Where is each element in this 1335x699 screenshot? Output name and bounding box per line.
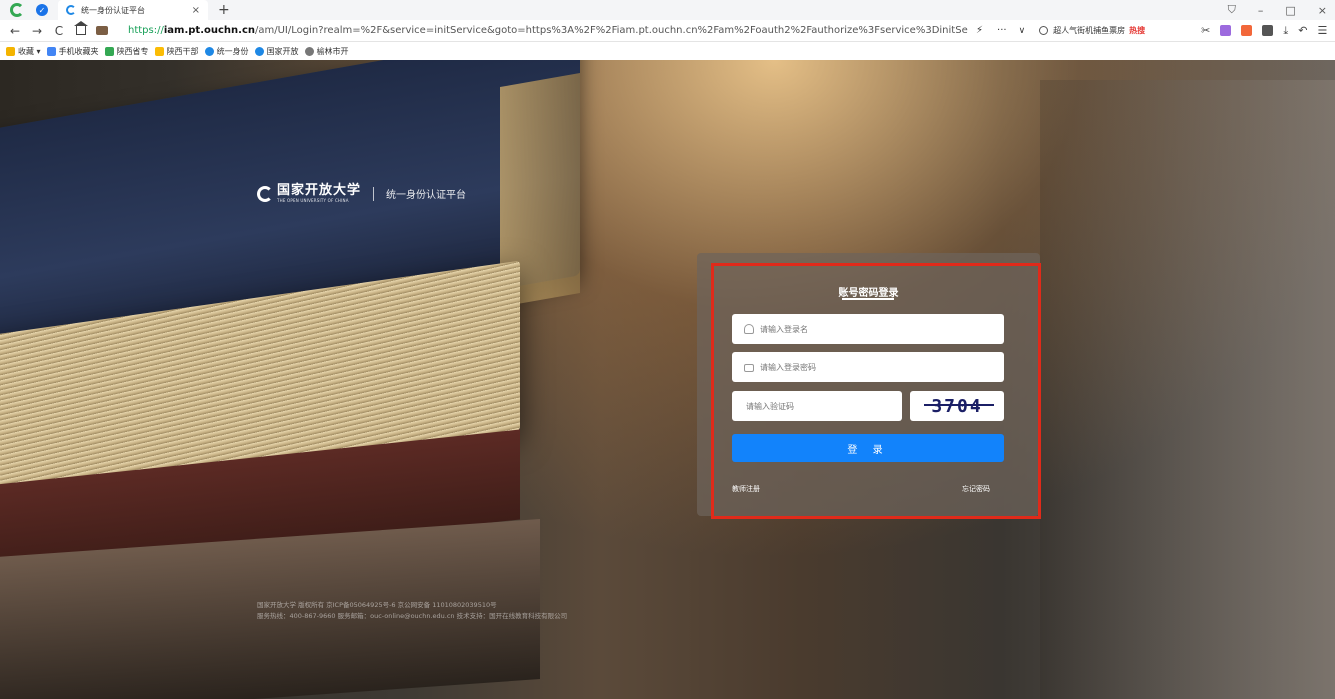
captcha-field[interactable] <box>732 391 902 421</box>
phone-icon <box>46 46 56 56</box>
undo-icon[interactable]: ↶ <box>1298 24 1307 37</box>
close-window-button[interactable]: × <box>1318 4 1327 17</box>
browser-tabbar: ✓ 统一身份认证平台 × + ⛉ – □ × <box>0 0 1335 20</box>
search-suggestion: 超人气街机捕鱼票房 <box>1053 26 1126 35</box>
brand-divider <box>373 186 375 201</box>
bookmark-shaanxi-province[interactable]: 陕西省专 <box>104 46 149 57</box>
extension-purple-icon[interactable] <box>1220 25 1232 36</box>
reload-button[interactable]: C <box>52 24 66 38</box>
browser-search-box[interactable]: 超人气街机捕鱼票房 热搜 <box>1039 25 1189 36</box>
url-path: /am/UI/Login?realm=%2F&service=initServi… <box>255 25 968 36</box>
login-page-background <box>0 60 1335 699</box>
brand-text: 国家开放大学 THE OPEN UNIVERSITY OF CHINA <box>277 183 362 204</box>
browser-navbar: ← → C https:// iam.pt.ouchn.cn /am/UI/Lo… <box>0 20 1335 42</box>
platform-name: 统一身份认证平台 <box>386 190 467 201</box>
username-input[interactable] <box>760 324 980 334</box>
bookmark-shaanxi-cadre[interactable]: 陕西干部 <box>154 46 199 57</box>
more-icon[interactable]: ··· <box>997 25 1007 36</box>
captcha-input[interactable] <box>746 401 902 411</box>
password-field[interactable] <box>732 352 1004 382</box>
site-favicon-icon <box>66 5 76 15</box>
apps-grid-icon[interactable] <box>1262 25 1274 36</box>
footer-copyright: 国家开放大学 版权所有 京ICP备05064925号-6 京公网安备 11010… <box>257 601 497 609</box>
password-input[interactable] <box>760 362 980 372</box>
address-bar[interactable]: https:// iam.pt.ouchn.cn /am/UI/Login?re… <box>118 22 968 40</box>
login-title[interactable]: 账号密码登录 <box>697 284 1040 299</box>
search-icon <box>1039 26 1049 35</box>
captcha-image[interactable]: 3704 <box>910 391 1004 421</box>
forward-button[interactable]: → <box>30 24 44 38</box>
teacher-register-link[interactable]: 教师注册 <box>732 484 760 494</box>
globe-icon <box>304 46 314 56</box>
maximize-button[interactable]: □ <box>1285 4 1295 17</box>
captcha-code: 3704 <box>931 395 983 417</box>
browser-logo-icon[interactable] <box>10 3 24 17</box>
window-controls: ⛉ – □ × <box>1228 0 1331 20</box>
download-icon[interactable]: ⤓ <box>1283 24 1288 38</box>
tab-title: 统一身份认证平台 <box>81 5 145 15</box>
skin-icon[interactable]: ⛉ <box>1228 3 1236 17</box>
url-scheme: https:// <box>128 25 164 36</box>
bookshelf-blur-decoration <box>1040 80 1335 699</box>
user-icon <box>744 324 754 334</box>
brand-header: 国家开放大学 THE OPEN UNIVERSITY OF CHINA 统一身份… <box>257 184 466 203</box>
lock-icon <box>744 364 754 372</box>
url-host: iam.pt.ouchn.cn <box>163 25 255 36</box>
active-tab-underline <box>842 298 894 300</box>
university-name: 国家开放大学 <box>277 183 362 198</box>
scissors-icon[interactable]: ✂ <box>1201 24 1210 37</box>
login-button[interactable]: 登 录 <box>732 434 1004 462</box>
bookmarks-bar: 收藏 ▾ 手机收藏夹 陕西省专 陕西干部 统一身份 国家开放 榆林市开 <box>0 42 1335 60</box>
browser-tab[interactable]: 统一身份认证平台 × <box>58 0 208 20</box>
site-icon <box>254 46 264 56</box>
username-field[interactable] <box>732 314 1004 344</box>
bookmark-yulin-open[interactable]: 榆林市开 <box>304 46 349 57</box>
bookmark-open-university[interactable]: 国家开放 <box>254 46 299 57</box>
footer-contact: 服务热线：400-867-9660 服务邮箱：ouc-online@ouchn.… <box>257 612 568 620</box>
briefcase-icon[interactable] <box>96 26 108 35</box>
hot-search-badge: 热搜 <box>1129 26 1146 35</box>
menu-icon[interactable]: ☰ <box>1317 24 1327 37</box>
minimize-button[interactable]: – <box>1258 4 1264 17</box>
chevron-down-icon[interactable]: ∨ <box>1019 26 1026 36</box>
site-icon <box>104 46 114 56</box>
page-footer: 国家开放大学 版权所有 京ICP备05064925号-6 京公网安备 11010… <box>257 600 567 622</box>
site-icon <box>204 46 214 56</box>
lightning-icon[interactable]: ⚡ <box>976 25 983 36</box>
university-logo-icon <box>257 185 273 202</box>
new-tab-button[interactable]: + <box>218 2 230 18</box>
back-button[interactable]: ← <box>8 24 22 38</box>
bookmark-mobile[interactable]: 手机收藏夹 <box>46 46 99 57</box>
university-english-name: THE OPEN UNIVERSITY OF CHINA <box>277 198 349 203</box>
site-icon <box>154 46 164 56</box>
tab-close-icon[interactable]: × <box>192 5 200 16</box>
shield-icon[interactable]: ✓ <box>36 4 48 16</box>
toolbar-icons: ✂ ⤓ ↶ ☰ <box>1201 24 1327 38</box>
bookmark-unified-identity[interactable]: 统一身份 <box>204 46 249 57</box>
star-icon <box>6 46 15 56</box>
extension-orange-icon[interactable] <box>1241 25 1253 36</box>
forgot-password-link[interactable]: 忘记密码 <box>962 484 990 494</box>
captcha-strike-line <box>924 404 994 406</box>
bookmark-favorites[interactable]: 收藏 ▾ <box>6 46 41 57</box>
home-icon[interactable] <box>74 21 88 35</box>
